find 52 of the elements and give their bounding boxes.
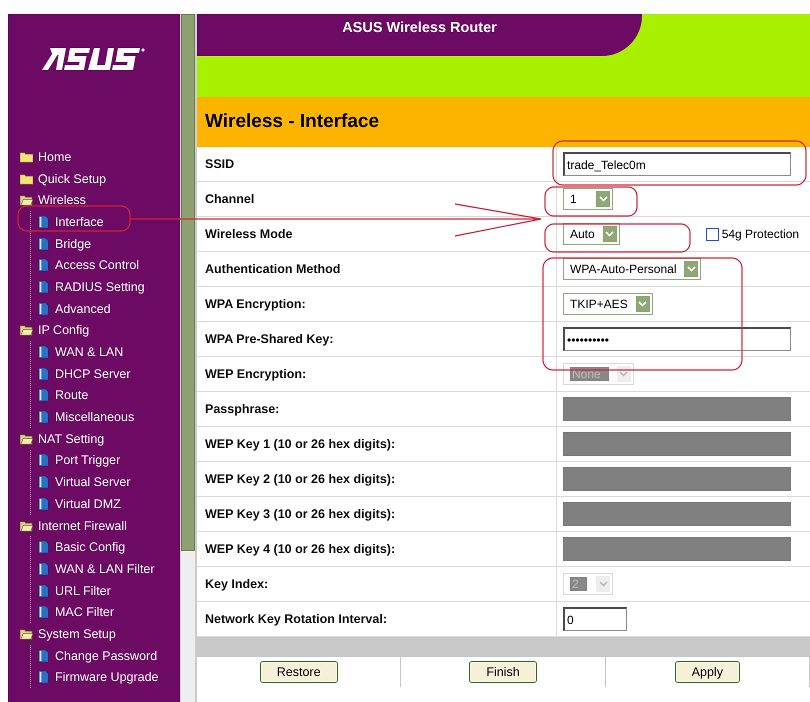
sidebar-item[interactable]: Firmware Upgrade bbox=[37, 666, 180, 688]
field-label: Passphrase: bbox=[197, 392, 557, 426]
sidebar-item[interactable]: MAC Filter bbox=[37, 601, 180, 624]
input-field[interactable]: 0 bbox=[563, 607, 627, 631]
sidebar-item[interactable]: WAN & LAN bbox=[37, 341, 180, 363]
field-label: WEP Key 1 (10 or 26 hex digits): bbox=[197, 427, 557, 461]
field-label: WEP Encryption: bbox=[197, 357, 557, 391]
sidebar-item[interactable]: URL Filter bbox=[37, 580, 180, 602]
sidebar-item[interactable]: RADIUS Setting bbox=[37, 276, 180, 298]
sidebar-item[interactable]: Virtual Server bbox=[37, 471, 180, 493]
sidebar-item[interactable]: Change Password bbox=[37, 644, 180, 666]
field-label: WEP Key 4 (10 or 26 hex digits): bbox=[197, 532, 557, 566]
field-label: WEP Key 2 (10 or 26 hex digits): bbox=[197, 462, 557, 496]
dropdown[interactable]: TKIP+AES bbox=[563, 293, 653, 315]
field-label: SSID bbox=[197, 147, 557, 181]
action-button[interactable]: Apply bbox=[674, 661, 740, 683]
sidebar-item[interactable]: Internet Firewall bbox=[20, 514, 180, 536]
field-label: Network Key Rotation Interval: bbox=[197, 602, 557, 636]
sidebar-item[interactable]: IP Config bbox=[20, 320, 180, 342]
sidebar-item[interactable]: Advanced bbox=[37, 298, 180, 320]
sidebar-item[interactable]: Home bbox=[20, 146, 180, 168]
input-field[interactable]: •••••••••• bbox=[563, 327, 791, 351]
sidebar-item[interactable]: WAN & LAN Filter bbox=[37, 558, 180, 580]
action-button[interactable]: Restore bbox=[260, 661, 338, 683]
sidebar-item[interactable]: Interface bbox=[37, 211, 180, 233]
sidebar-item[interactable]: Port Trigger bbox=[37, 450, 180, 472]
sidebar-item[interactable]: Route bbox=[37, 384, 180, 406]
sidebar-item[interactable]: Bridge bbox=[37, 232, 180, 254]
field-label: WEP Key 3 (10 or 26 hex digits): bbox=[197, 497, 557, 531]
dropdown[interactable]: 1 bbox=[563, 188, 613, 210]
input-field[interactable]: trade_Telec0m bbox=[563, 152, 791, 176]
router-title: ASUS Wireless Router bbox=[197, 14, 642, 56]
sidebar-item[interactable]: Access Control bbox=[37, 254, 180, 276]
field-label: Authentication Method bbox=[197, 252, 557, 286]
field-label: Key Index: bbox=[197, 567, 557, 601]
action-button[interactable]: Finish bbox=[469, 661, 537, 683]
field-label: Wireless Mode bbox=[197, 217, 557, 251]
sidebar-item[interactable]: Wireless bbox=[20, 189, 180, 212]
sidebar-item[interactable]: Basic Config bbox=[37, 536, 180, 558]
checkbox[interactable]: 54g Protection bbox=[706, 227, 800, 241]
field-label: Channel bbox=[197, 182, 557, 216]
field-label: WPA Pre-Shared Key: bbox=[197, 322, 557, 356]
sidebar-item[interactable]: Miscellaneous bbox=[37, 406, 180, 428]
sidebar-item[interactable]: DHCP Server bbox=[37, 362, 180, 385]
page-title: Wireless - Interface bbox=[197, 97, 810, 147]
sidebar-item[interactable]: System Setup bbox=[20, 623, 180, 645]
sidebar-item[interactable]: Virtual DMZ bbox=[37, 493, 180, 515]
dropdown[interactable]: WPA-Auto-Personal bbox=[563, 258, 702, 280]
dropdown[interactable]: Auto bbox=[563, 223, 620, 245]
sidebar-item[interactable]: NAT Setting bbox=[20, 428, 180, 450]
sidebar-item[interactable]: Quick Setup bbox=[20, 168, 180, 190]
field-label: WPA Encryption: bbox=[197, 287, 557, 321]
